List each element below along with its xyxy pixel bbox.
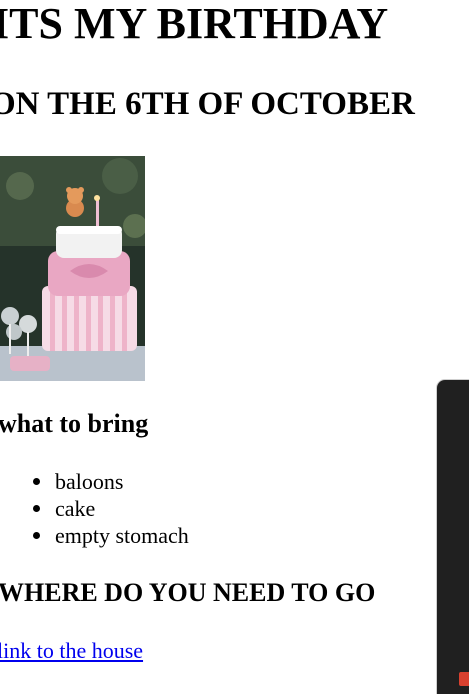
side-panel[interactable] [437,380,469,694]
cake-photo-icon [0,156,145,381]
list-item: baloons [0,468,189,495]
list-item: cake [0,495,189,522]
house-link[interactable]: link to the house [0,637,143,665]
page-subtitle: ON THE 6TH OF OCTOBER [0,86,415,122]
birthday-cake-image [0,156,145,381]
page: ITS MY BIRTHDAY ON THE 6TH OF OCTOBER wh… [0,0,469,694]
list-item: empty stomach [0,522,189,549]
page-title: ITS MY BIRTHDAY [0,0,389,48]
bring-list: baloons cake empty stomach [0,468,189,549]
where-to-go-heading: WHERE DO YOU NEED TO GO [0,578,376,607]
what-to-bring-heading: what to bring [0,409,149,438]
extension-icon[interactable] [459,672,469,686]
